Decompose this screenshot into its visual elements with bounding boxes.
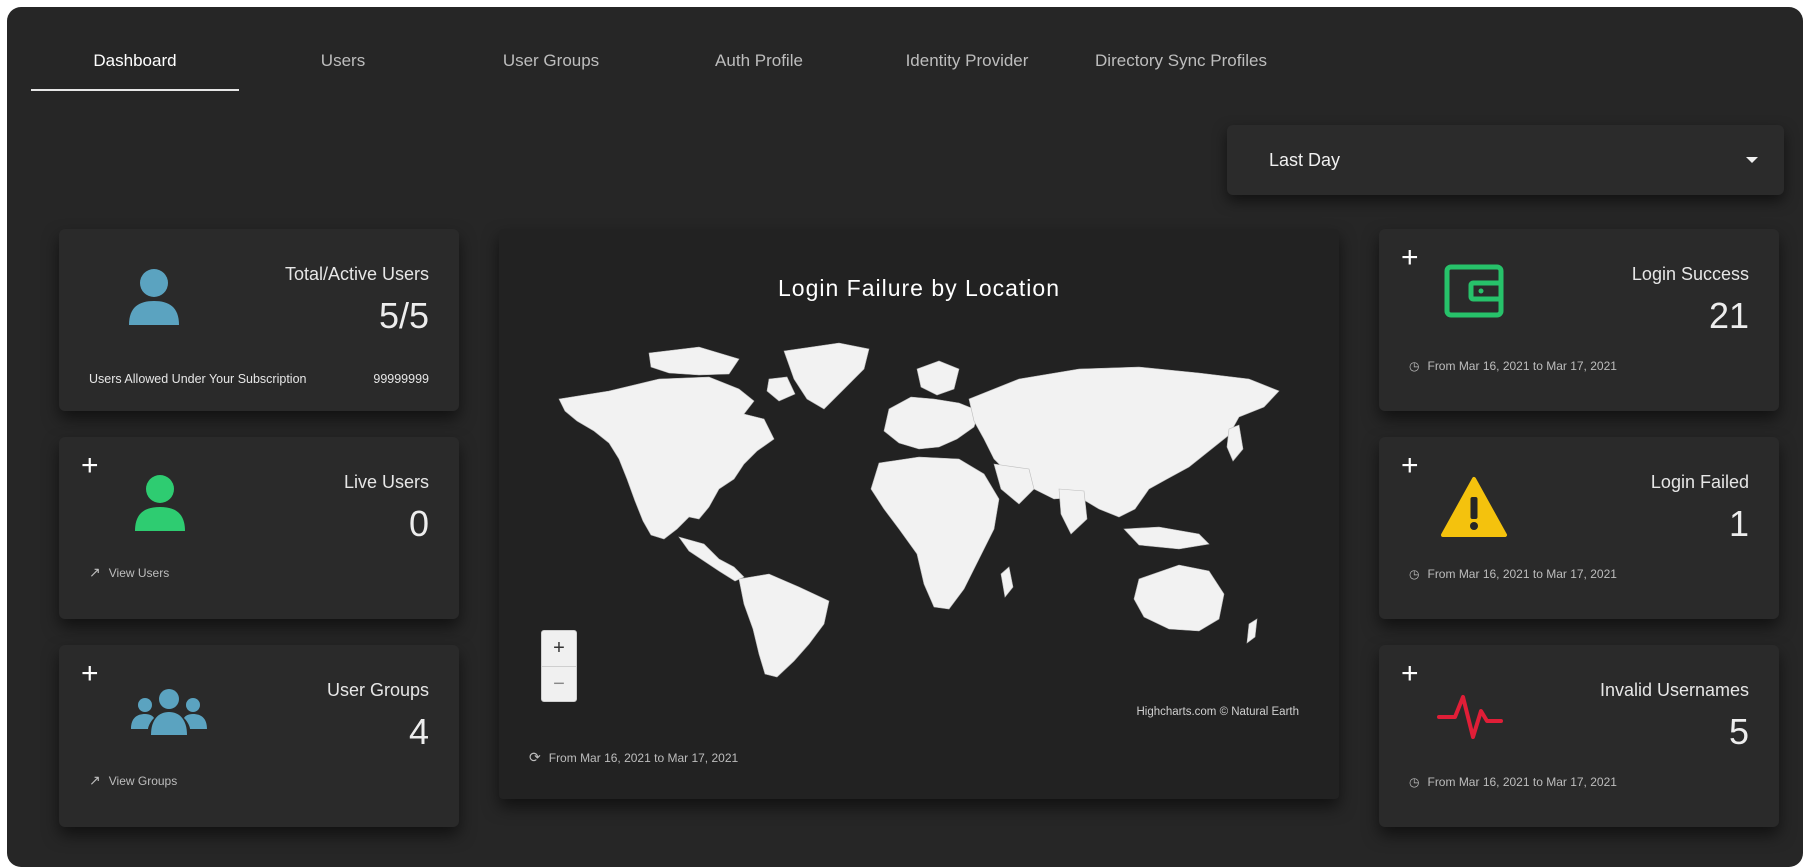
map-credits-link[interactable]: Highcharts.com © Natural Earth bbox=[1136, 706, 1299, 718]
date-range-text: From Mar 16, 2021 to Mar 17, 2021 bbox=[1427, 567, 1617, 581]
warning-icon bbox=[1441, 477, 1507, 537]
arrow-up-right-icon: ↗ bbox=[89, 772, 101, 788]
card-total-users: Total/Active Users 5/5 Users Allowed Und… bbox=[59, 229, 459, 411]
card-value: 0 bbox=[408, 503, 429, 544]
map-footer: ⟳ From Mar 16, 2021 to Mar 17, 2021 bbox=[529, 749, 738, 766]
date-range-text: From Mar 16, 2021 to Mar 17, 2021 bbox=[1427, 359, 1617, 373]
subscription-value: 99999999 bbox=[373, 372, 429, 386]
map-title: Login Failure by Location bbox=[778, 275, 1060, 301]
time-range-value: Last Day bbox=[1269, 149, 1341, 170]
arrow-up-right-icon: ↗ bbox=[89, 564, 101, 580]
card-value: 5 bbox=[1728, 711, 1749, 752]
view-users-link[interactable]: ↗ View Users bbox=[89, 564, 169, 581]
view-groups-label: View Groups bbox=[108, 773, 178, 788]
view-users-label: View Users bbox=[108, 565, 170, 580]
expand-plus-icon[interactable]: + bbox=[81, 451, 99, 481]
tab-auth-profile[interactable]: Auth Profile bbox=[655, 31, 863, 91]
card-footer: ◷ From Mar 16, 2021 to Mar 17, 2021 bbox=[1409, 775, 1617, 789]
expand-plus-icon[interactable]: + bbox=[1401, 243, 1419, 273]
card-login-failed: + Login Failed 1 ◷ From Mar 16, 2021 to … bbox=[1379, 437, 1779, 619]
card-value: 4 bbox=[408, 711, 429, 752]
card-footer: ◷ From Mar 16, 2021 to Mar 17, 2021 bbox=[1409, 567, 1617, 581]
refresh-icon: ⟳ bbox=[529, 749, 541, 765]
zoom-out-button[interactable]: − bbox=[542, 666, 576, 701]
card-footer: ◷ From Mar 16, 2021 to Mar 17, 2021 bbox=[1409, 359, 1617, 373]
clock-icon: ◷ bbox=[1409, 775, 1420, 789]
card-value: 1 bbox=[1728, 503, 1749, 544]
expand-plus-icon[interactable]: + bbox=[81, 659, 99, 689]
card-value: 5/5 bbox=[378, 295, 429, 336]
view-groups-link[interactable]: ↗ View Groups bbox=[89, 772, 177, 789]
tab-user-groups[interactable]: User Groups bbox=[447, 31, 655, 91]
date-range-text: From Mar 16, 2021 to Mar 17, 2021 bbox=[1427, 775, 1617, 789]
card-invalid-usernames: + Invalid Usernames 5 ◷ From Mar 16, 202… bbox=[1379, 645, 1779, 827]
expand-plus-icon[interactable]: + bbox=[1401, 451, 1419, 481]
pulse-icon bbox=[1437, 695, 1503, 739]
tab-directory-sync-profiles[interactable]: Directory Sync Profiles bbox=[1071, 31, 1291, 91]
map-card: Login Failure by Location + − Highcharts… bbox=[499, 229, 1339, 799]
user-icon bbox=[135, 475, 185, 531]
user-icon bbox=[129, 269, 179, 325]
card-value: 21 bbox=[1708, 295, 1749, 336]
card-title: User Groups bbox=[326, 680, 429, 700]
card-login-success: + Login Success 21 ◷ From Mar 16, 2021 t… bbox=[1379, 229, 1779, 411]
map-date-range: From Mar 16, 2021 to Mar 17, 2021 bbox=[548, 750, 739, 765]
caret-down-icon bbox=[1746, 157, 1758, 163]
users-group-icon bbox=[131, 689, 207, 735]
subscription-label: Users Allowed Under Your Subscription bbox=[89, 372, 307, 386]
time-range-select[interactable]: Last Day bbox=[1227, 125, 1784, 195]
zoom-in-button[interactable]: + bbox=[542, 631, 576, 666]
card-title: Invalid Usernames bbox=[1599, 680, 1749, 700]
tab-dashboard[interactable]: Dashboard bbox=[31, 31, 239, 91]
card-title: Login Success bbox=[1631, 264, 1749, 284]
card-live-users: + Live Users 0 ↗ View Users bbox=[59, 437, 459, 619]
card-title: Total/Active Users bbox=[284, 264, 429, 284]
expand-plus-icon[interactable]: + bbox=[1401, 659, 1419, 689]
clock-icon: ◷ bbox=[1409, 567, 1420, 581]
card-title: Live Users bbox=[343, 472, 429, 492]
world-map[interactable] bbox=[539, 339, 1299, 679]
nav-tabs: Dashboard Users User Groups Auth Profile… bbox=[31, 31, 1291, 91]
wallet-icon bbox=[1444, 264, 1504, 318]
card-title: Login Failed bbox=[1650, 472, 1749, 492]
card-user-groups: + User Groups 4 ↗ View Groups bbox=[59, 645, 459, 827]
map-zoom-control: + − bbox=[541, 630, 577, 702]
dashboard-frame: Dashboard Users User Groups Auth Profile… bbox=[7, 7, 1803, 867]
tab-identity-provider[interactable]: Identity Provider bbox=[863, 31, 1071, 91]
clock-icon: ◷ bbox=[1409, 359, 1420, 373]
tab-users[interactable]: Users bbox=[239, 31, 447, 91]
